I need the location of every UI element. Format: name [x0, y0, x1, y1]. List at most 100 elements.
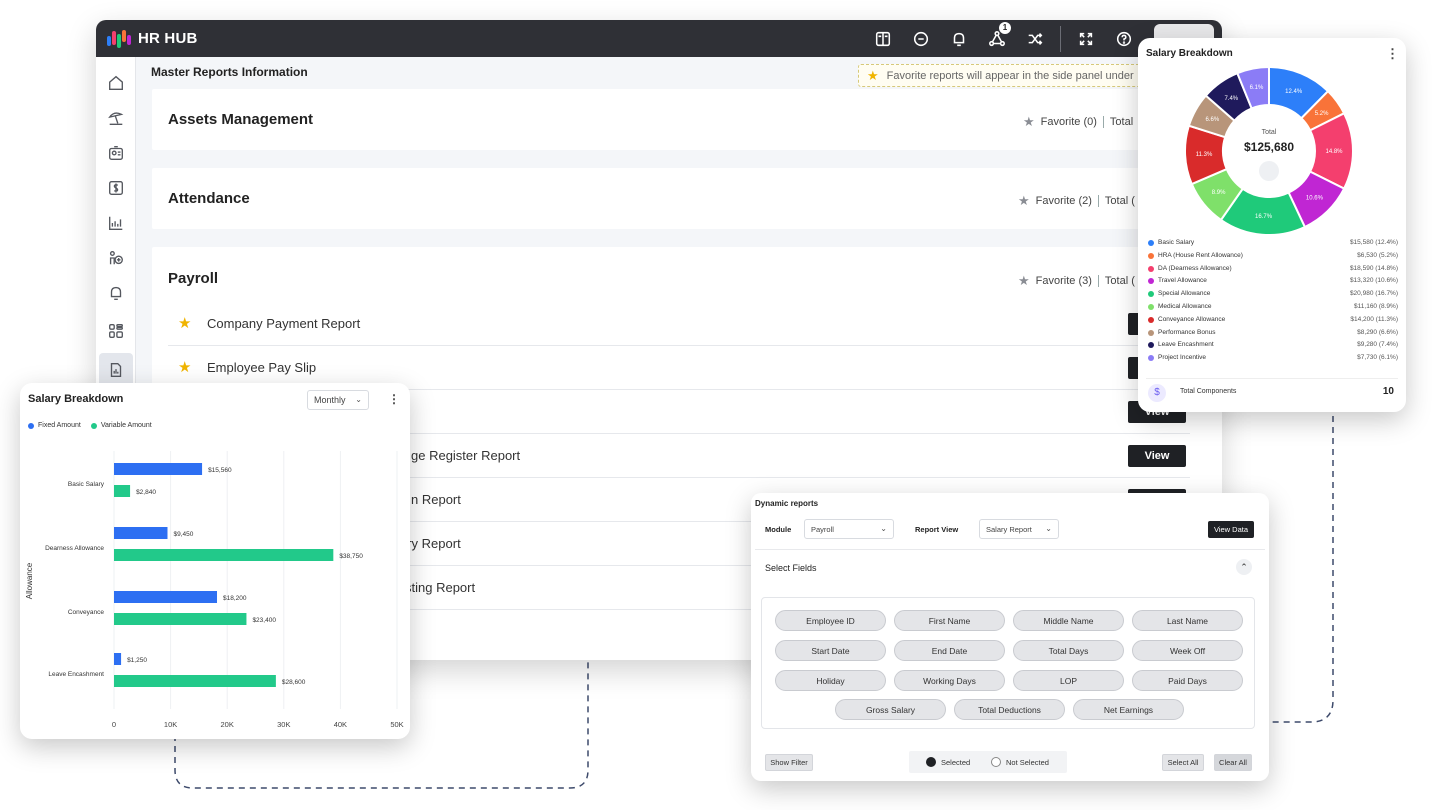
field-chip[interactable]: Last Name	[1132, 610, 1243, 631]
selection-legend: Selected Not Selected	[909, 751, 1067, 773]
legend-item[interactable]: HRA (House Rent Allowance) $6,530 (5.2%)	[1148, 251, 1398, 263]
chat-icon[interactable]	[902, 20, 940, 57]
section-title: Assets Management	[168, 111, 314, 128]
alert-bell-icon[interactable]	[104, 281, 128, 305]
field-chip[interactable]: Total Deductions	[954, 699, 1065, 720]
bar[interactable]	[114, 549, 334, 561]
legend-swatch	[1148, 291, 1154, 298]
reports-icon[interactable]	[99, 353, 133, 387]
field-chip[interactable]: LOP	[1013, 670, 1124, 691]
bar[interactable]	[114, 463, 203, 475]
legend-value: $7,730 (6.1%)	[1357, 354, 1398, 362]
star-outline-icon[interactable]: ★	[1018, 193, 1030, 209]
period-value: Monthly	[314, 395, 346, 405]
favorite-star-icon[interactable]: ★	[178, 314, 191, 332]
legend: Fixed Amount Variable Amount	[28, 422, 152, 429]
legend-item[interactable]: DA (Dearness Allowance) $18,590 (14.8%)	[1148, 264, 1398, 276]
shuffle-icon[interactable]	[1016, 20, 1054, 57]
legend-item[interactable]: Medical Allowance $11,160 (8.9%)	[1148, 302, 1398, 314]
report-row[interactable]: ★ Company Payment Report	[168, 302, 1190, 346]
more-options-icon[interactable]: ⋮	[1386, 46, 1399, 62]
legend-item[interactable]: Basic Salary $15,580 (12.4%)	[1148, 238, 1398, 250]
bar[interactable]	[114, 613, 247, 625]
legend-value: $9,280 (7.4%)	[1357, 341, 1398, 349]
bar[interactable]	[114, 653, 122, 665]
clear-all-button[interactable]: Clear All	[1214, 754, 1252, 771]
app-title: HR HUB	[138, 30, 198, 47]
app-logo[interactable]: HR HUB	[106, 28, 198, 50]
legend-item[interactable]: Conveyance Allowance $14,200 (11.3%)	[1148, 315, 1398, 327]
bar-value-label: $1,250	[127, 657, 147, 664]
field-chip[interactable]: Holiday	[775, 670, 886, 691]
x-tick-label: 20K	[221, 720, 234, 729]
section-assets-management[interactable]: Assets Management ★ Favorite (0) Total	[152, 89, 1222, 150]
select-all-button[interactable]: Select All	[1162, 754, 1204, 771]
field-chip[interactable]: Week Off	[1132, 640, 1243, 661]
field-chip[interactable]: Gross Salary	[835, 699, 946, 720]
module-select[interactable]: Payroll ⌄	[804, 519, 894, 539]
bar[interactable]	[114, 527, 168, 539]
bar[interactable]	[114, 485, 131, 497]
legend-item[interactable]: Travel Allowance $13,320 (10.6%)	[1148, 276, 1398, 288]
legend-value: $20,980 (16.7%)	[1349, 290, 1398, 298]
legend-value: $11,160 (8.9%)	[1354, 303, 1398, 310]
id-card-icon[interactable]	[104, 141, 128, 165]
top-navbar: HR HUB 1	[96, 20, 1222, 57]
star-outline-icon[interactable]: ★	[1018, 273, 1030, 289]
home-icon[interactable]	[104, 71, 128, 95]
bell-icon[interactable]	[940, 20, 978, 57]
slice-label: 7.4%	[1224, 96, 1238, 102]
field-chip[interactable]: Start Date	[775, 640, 886, 661]
view-button[interactable]: View	[1128, 445, 1186, 467]
field-chip[interactable]: Paid Days	[1132, 670, 1243, 691]
report-view-select[interactable]: Salary Report ⌄	[979, 519, 1059, 539]
bar[interactable]	[114, 675, 276, 687]
view-data-button[interactable]: View Data	[1208, 521, 1254, 538]
legend-item[interactable]: Special Allowance $20,980 (16.7%)	[1148, 289, 1398, 301]
favorite-star-icon[interactable]: ★	[178, 358, 191, 376]
expand-icon[interactable]	[1067, 20, 1105, 57]
star-icon: ★	[867, 67, 879, 83]
dollar-icon: $	[1148, 384, 1166, 402]
legend-item[interactable]: Project Incentive $7,730 (6.1%)	[1148, 353, 1398, 365]
people-icon[interactable]	[104, 246, 128, 270]
field-chip[interactable]: First Name	[894, 610, 1005, 631]
dollar-icon[interactable]	[104, 176, 128, 200]
field-chip[interactable]: Working Days	[894, 670, 1005, 691]
legend-swatch	[1148, 329, 1154, 336]
legend-swatch	[1148, 265, 1154, 272]
chevron-up-icon[interactable]: ⌃	[1236, 559, 1252, 575]
section-attendance[interactable]: Attendance ★ Favorite (2) Total (	[152, 168, 1222, 229]
report-name: sting Report	[405, 580, 476, 595]
field-chip[interactable]: Net Earnings	[1073, 699, 1184, 720]
more-options-icon[interactable]: ⋮	[388, 392, 400, 406]
bar[interactable]	[114, 591, 218, 603]
legend-swatch-variable	[90, 422, 97, 429]
beach-icon[interactable]	[104, 106, 128, 130]
field-chip[interactable]: Middle Name	[1013, 610, 1124, 631]
legend-item[interactable]: Leave Encashment $9,280 (7.4%)	[1148, 340, 1398, 352]
field-chip[interactable]: End Date	[894, 640, 1005, 661]
meta-divider	[1102, 116, 1104, 128]
category-label: Leave Encashment	[48, 671, 104, 678]
top-icons: 1	[864, 20, 1143, 57]
bar-chart: 0 10K 20K 30K 40K 50K Allowance Basic Salary $15…	[25, 451, 404, 729]
wallet-icon	[1259, 161, 1279, 181]
book-icon[interactable]	[864, 20, 902, 57]
favorite-note-text: Favorite reports will appear in the side…	[886, 69, 1134, 82]
total-components-label: Total Components	[1180, 388, 1237, 395]
apps-icon[interactable]	[104, 319, 128, 343]
section-title: Attendance	[168, 190, 250, 207]
field-chip[interactable]: Total Days	[1013, 640, 1124, 661]
analytics-icon[interactable]	[104, 211, 128, 235]
legend-item[interactable]: Performance Bonus $8,290 (6.6%)	[1148, 328, 1398, 340]
report-name: Company Payment Report	[207, 316, 361, 331]
network-icon[interactable]: 1	[978, 20, 1016, 57]
field-chip[interactable]: Employee ID	[775, 610, 886, 631]
slice-label: 8.9%	[1212, 190, 1226, 196]
star-outline-icon[interactable]: ★	[1023, 114, 1035, 130]
period-select[interactable]: Monthly ⌄	[307, 390, 369, 410]
show-filter-button[interactable]: Show Filter	[765, 754, 813, 771]
chevron-down-icon: ⌄	[880, 524, 887, 534]
section-meta: ★ Favorite (0) Total	[1023, 114, 1133, 130]
